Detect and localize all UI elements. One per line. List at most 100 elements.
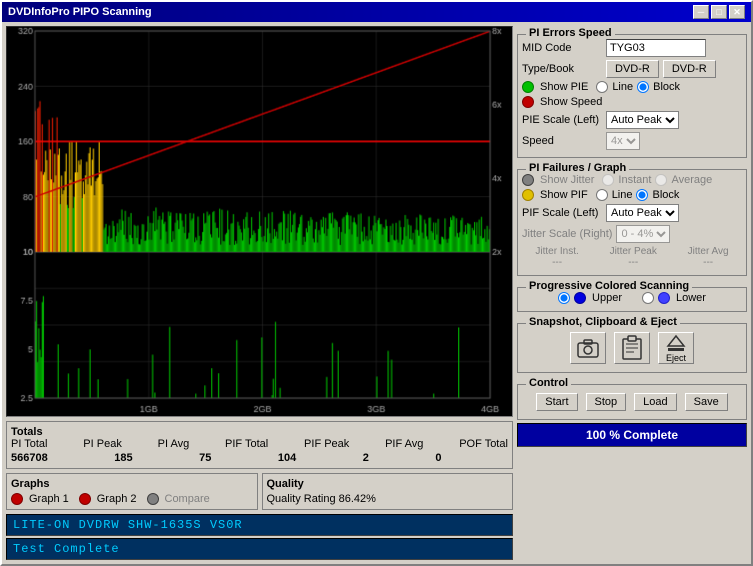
compare-dot — [147, 493, 159, 505]
chart-canvas — [7, 27, 512, 416]
instant-radio[interactable] — [602, 174, 614, 186]
graph1-item: Graph 1 — [11, 493, 69, 505]
average-radio[interactable] — [655, 174, 667, 186]
totals-values-row: 566708 185 75 104 2 0 — [11, 452, 508, 464]
quality-title: Quality — [267, 478, 509, 490]
show-pif-row: Show PIF Line Block — [522, 189, 742, 201]
window-title: DVDInfoPro PIPO Scanning — [8, 6, 152, 18]
pif-line-label: Line — [612, 189, 633, 201]
show-pie-row: Show PIE Line Block — [522, 81, 742, 93]
pi-peak-value: 185 — [114, 452, 132, 464]
control-buttons-row: Start Stop Load Save — [522, 389, 742, 415]
jitter-inst-label: Jitter Inst. — [535, 246, 578, 257]
pif-peak-value: 2 — [363, 452, 369, 464]
pif-scale-select[interactable]: Auto Peak Auto Avg — [606, 204, 679, 222]
snapshot-button[interactable] — [570, 332, 606, 364]
lcd-line1: LITE-ON DVDRW SHW-1635S VS0R — [6, 514, 513, 536]
eject-button[interactable]: Eject — [658, 332, 694, 364]
jitter-row: Show Jitter Instant Average — [522, 174, 742, 186]
right-panel: PI Errors Speed MID Code Type/Book DVD-R… — [517, 26, 747, 560]
lower-dot — [658, 292, 670, 304]
jitter-peak-value: --- — [628, 257, 638, 268]
pif-peak-label: PIF Peak — [304, 438, 349, 450]
jitter-values-row: Jitter Inst. --- Jitter Peak --- Jitter … — [522, 246, 742, 268]
jitter-scale-select[interactable]: 0 - 4% — [616, 225, 670, 243]
pi-avg-value: 75 — [199, 452, 211, 464]
lower-label: Lower — [676, 292, 706, 304]
type-book-btn1[interactable]: DVD-R — [606, 60, 659, 78]
pi-peak-label: PI Peak — [83, 438, 122, 450]
mid-code-row: MID Code — [522, 39, 742, 57]
mid-code-input[interactable] — [606, 39, 706, 57]
pie-block-radio[interactable] — [637, 81, 649, 93]
graph2-item: Graph 2 — [79, 493, 137, 505]
eject-label: Eject — [666, 353, 686, 363]
graph2-dot — [79, 493, 91, 505]
pi-total-label: PI Total — [11, 438, 48, 450]
upper-label: Upper — [592, 292, 622, 304]
compare-item: Compare — [147, 493, 210, 505]
pif-scale-row: PIF Scale (Left) Auto Peak Auto Avg — [522, 204, 742, 222]
totals-header-row: PI Total PI Peak PI Avg PIF Total PIF Pe… — [11, 438, 508, 450]
average-label: Average — [671, 174, 712, 186]
pie-line-radio[interactable] — [596, 81, 608, 93]
pof-total-label: POF Total — [459, 438, 508, 450]
quality-rating: Quality Rating 86.42% — [267, 493, 376, 505]
snapshot-section: Snapshot, Clipboard & Eject — [517, 323, 747, 373]
progressive-title: Progressive Colored Scanning — [526, 280, 692, 292]
totals-title: Totals — [11, 426, 43, 438]
totals-section: Totals PI Total PI Peak PI Avg PIF Total… — [6, 421, 513, 469]
maximize-button[interactable]: □ — [711, 5, 727, 19]
show-speed-row: Show Speed — [522, 96, 742, 108]
jitter-avg-label: Jitter Avg — [688, 246, 729, 257]
pif-line-radio[interactable] — [596, 189, 608, 201]
pie-dot — [522, 81, 534, 93]
jitter-avg-value: --- — [703, 257, 713, 268]
start-button[interactable]: Start — [536, 393, 577, 411]
type-book-btn2[interactable]: DVD-R — [663, 60, 716, 78]
minimize-button[interactable]: ─ — [693, 5, 709, 19]
speed-label: Speed — [522, 135, 602, 147]
graphs-section: Graphs Graph 1 Graph 2 Compare — [6, 473, 258, 510]
upper-radio[interactable] — [558, 292, 570, 304]
speed-select[interactable]: 4x — [606, 132, 640, 150]
control-section: Control Start Stop Load Save — [517, 384, 747, 420]
graph1-label[interactable]: Graph 1 — [29, 493, 69, 505]
graph2-label[interactable]: Graph 2 — [97, 493, 137, 505]
main-window: DVDInfoPro PIPO Scanning ─ □ ✕ Totals PI — [0, 0, 753, 566]
instant-label: Instant — [618, 174, 651, 186]
pi-failures-title: PI Failures / Graph — [526, 162, 629, 174]
lower-radio[interactable] — [642, 292, 654, 304]
graphs-title: Graphs — [11, 478, 253, 490]
jitter-dot — [522, 174, 534, 186]
snapshot-buttons-row: Eject — [522, 328, 742, 368]
pie-scale-label: PIE Scale (Left) — [522, 114, 602, 126]
close-button[interactable]: ✕ — [729, 5, 745, 19]
speed-dot — [522, 96, 534, 108]
load-button[interactable]: Load — [634, 393, 676, 411]
pie-scale-row: PIE Scale (Left) Auto Peak Auto Avg — [522, 111, 742, 129]
progress-bar: 100 % Complete — [517, 423, 747, 447]
window-controls: ─ □ ✕ — [693, 5, 745, 19]
upper-dot — [574, 292, 586, 304]
save-button[interactable]: Save — [685, 393, 728, 411]
control-title: Control — [526, 377, 571, 389]
graphs-quality-row: Graphs Graph 1 Graph 2 Compare — [6, 473, 513, 510]
snapshot-title: Snapshot, Clipboard & Eject — [526, 316, 680, 328]
main-content: Totals PI Total PI Peak PI Avg PIF Total… — [2, 22, 751, 564]
pif-block-radio[interactable] — [636, 189, 648, 201]
pie-block-label: Block — [653, 81, 680, 93]
clipboard-button[interactable] — [614, 332, 650, 364]
camera-icon — [576, 338, 600, 358]
pie-scale-select[interactable]: Auto Peak Auto Avg — [606, 111, 679, 129]
jitter-peak-label: Jitter Peak — [610, 246, 657, 257]
type-book-row: Type/Book DVD-R DVD-R — [522, 60, 742, 78]
compare-label[interactable]: Compare — [165, 493, 210, 505]
pif-block-label: Block — [652, 189, 679, 201]
pi-errors-title: PI Errors Speed — [526, 27, 615, 39]
pi-total-value: 566708 — [11, 452, 48, 464]
stop-button[interactable]: Stop — [586, 393, 627, 411]
show-pif-label: Show PIF — [540, 189, 588, 201]
title-bar: DVDInfoPro PIPO Scanning ─ □ ✕ — [2, 2, 751, 22]
quality-section: Quality Quality Rating 86.42% — [262, 473, 514, 510]
